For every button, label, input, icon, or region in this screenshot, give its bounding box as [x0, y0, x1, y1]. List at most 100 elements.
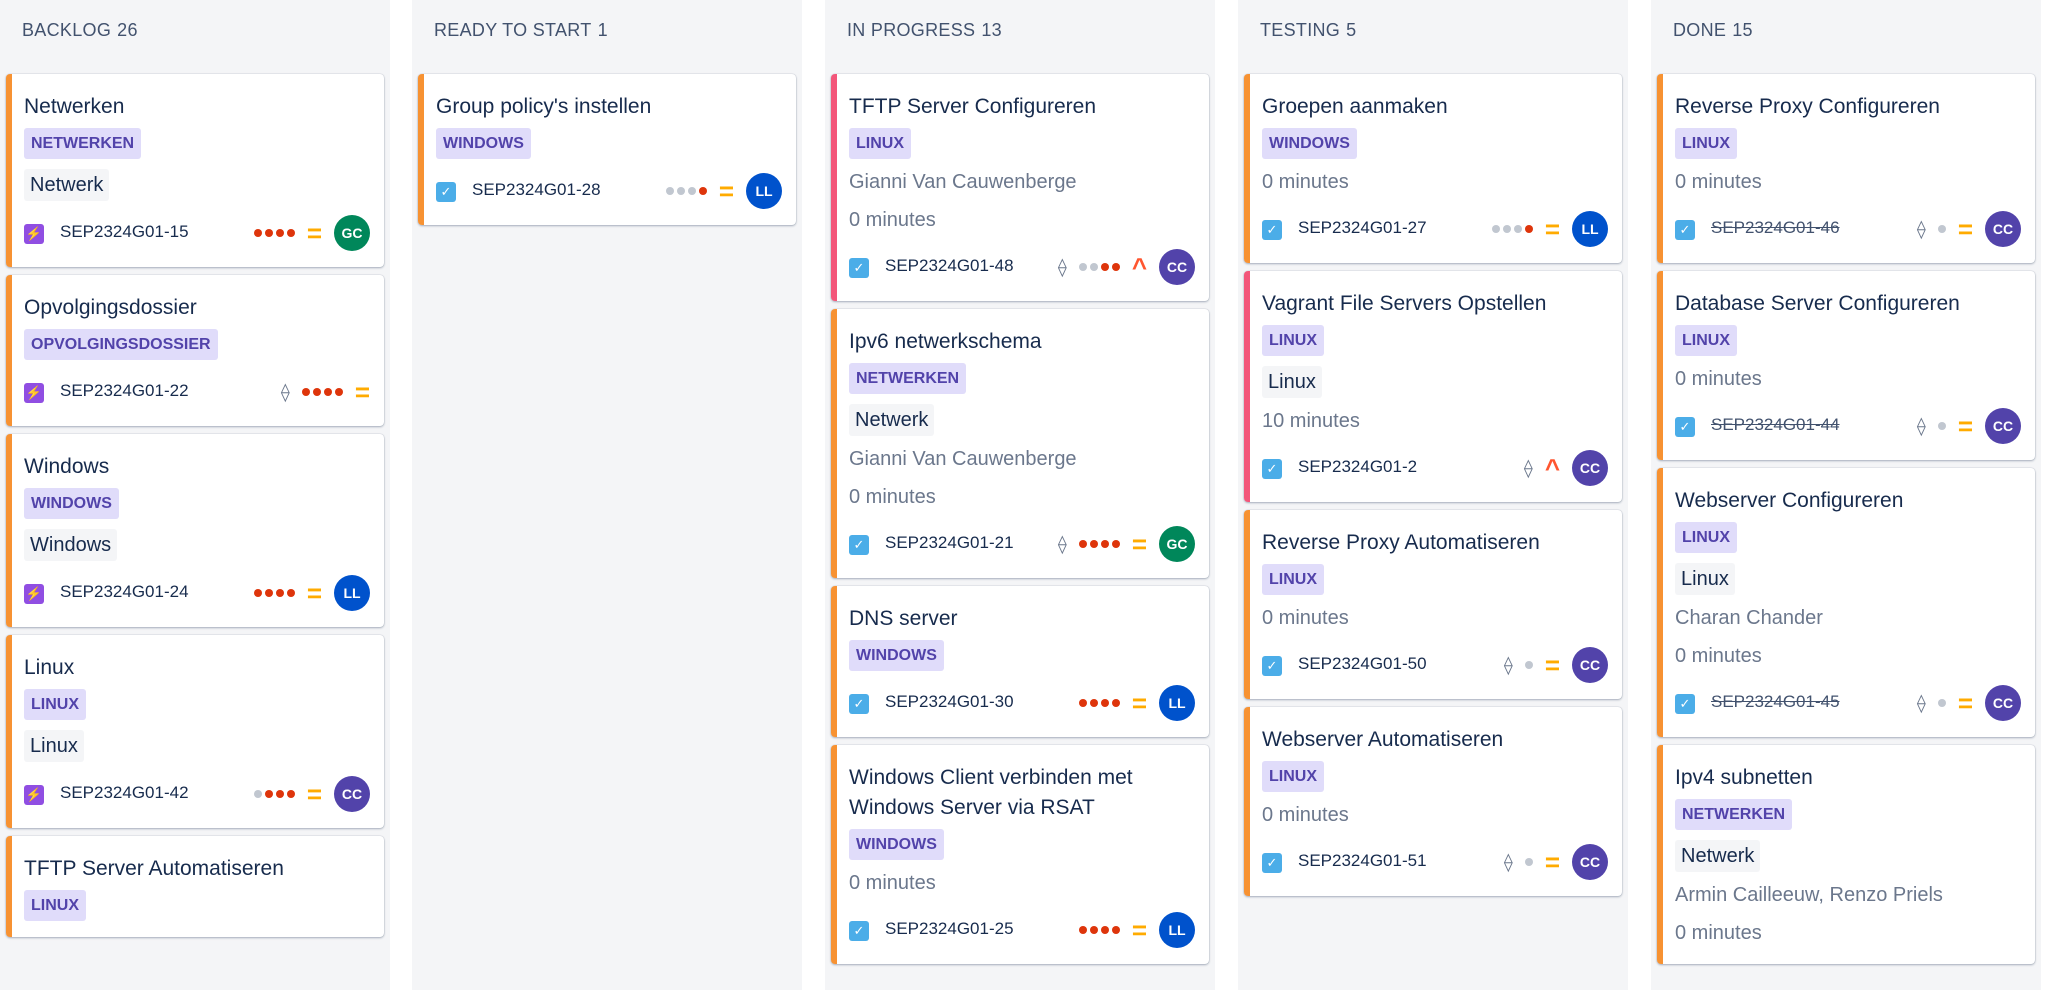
assignee-avatar[interactable]: CC: [1572, 450, 1608, 486]
estimate-dot: [1111, 540, 1120, 548]
story-checkbox-icon: ✓: [436, 182, 456, 202]
issue-card[interactable]: Linux LINUX Linux ⚡ SEP2324G01-42 = CC: [6, 635, 384, 828]
issue-key[interactable]: SEP2324G01-46: [1711, 218, 1840, 238]
card-footer: ✓ SEP2324G01-21 ⟠ = GC: [849, 526, 1195, 562]
issue-key[interactable]: SEP2324G01-44: [1711, 415, 1840, 435]
issue-key[interactable]: SEP2324G01-24: [60, 582, 189, 602]
column-header: TESTING 5: [1238, 0, 1628, 60]
estimate-dot: [1937, 699, 1946, 707]
issue-key[interactable]: SEP2324G01-45: [1711, 692, 1840, 712]
issue-card[interactable]: DNS server WINDOWS ✓ SEP2324G01-30 = LL: [831, 586, 1209, 737]
estimate-dot: [1937, 225, 1946, 233]
estimate-dot: [1111, 263, 1120, 271]
column-header: BACKLOG 26: [0, 0, 390, 60]
card-indicators: = LL: [1078, 685, 1195, 721]
epic-label: LINUX: [1675, 522, 1737, 553]
issue-key[interactable]: SEP2324G01-27: [1298, 218, 1427, 238]
priority-high-icon: ^: [1544, 453, 1560, 483]
card-title: Opvolgingsdossier: [24, 296, 197, 319]
label-wrap: LINUX: [24, 683, 370, 720]
estimate-dot: [1078, 263, 1087, 271]
card-indicators: = GC: [253, 215, 370, 251]
card-title: Groepen aanmaken: [1262, 95, 1448, 118]
issue-card[interactable]: Netwerken NETWERKEN Netwerk ⚡ SEP2324G01-15 =…: [6, 74, 384, 267]
assignee-avatar[interactable]: CC: [1572, 647, 1608, 683]
card-footer: ✓ SEP2324G01-44 ⟠ = CC: [1675, 408, 2021, 444]
estimate-dot: [665, 187, 674, 195]
estimate-dot: [312, 388, 321, 396]
card-meta-line: 0 minutes: [1675, 922, 1762, 944]
card-indicators: ⟠ = CC: [1917, 408, 2021, 444]
issue-card[interactable]: Group policy's instellen WINDOWS ✓ SEP2324G…: [418, 74, 796, 225]
card-meta-line: Gianni Van Cauwenberge: [849, 448, 1077, 470]
epic-label: LINUX: [1675, 128, 1737, 159]
assignee-avatar[interactable]: LL: [1572, 211, 1608, 247]
column-count: 1: [597, 20, 608, 40]
issue-card[interactable]: Reverse Proxy Automatiseren LINUX 0 minute…: [1244, 510, 1622, 699]
label-wrap: NETWERKEN: [24, 122, 370, 159]
issue-card[interactable]: Ipv6 netwerkschema NETWERKEN Netwerk Gianni…: [831, 309, 1209, 578]
estimate-dot: [1100, 699, 1109, 707]
issue-key[interactable]: SEP2324G01-2: [1298, 457, 1417, 477]
assignee-avatar[interactable]: GC: [1159, 526, 1195, 562]
column-title: READY TO START: [434, 20, 592, 40]
issue-card[interactable]: Webserver Automatiseren LINUX 0 minutes ✓ SE…: [1244, 707, 1622, 896]
issue-key[interactable]: SEP2324G01-21: [885, 533, 1014, 553]
issue-card[interactable]: Ipv4 subnetten NETWERKEN Netwerk Armin Cail…: [1657, 745, 2035, 964]
priority-medium-icon: =: [1957, 214, 1973, 244]
issue-key[interactable]: SEP2324G01-28: [472, 180, 601, 200]
estimate-dots: [253, 229, 295, 237]
assignee-avatar[interactable]: LL: [1159, 912, 1195, 948]
component-tag: Netwerk: [849, 404, 935, 436]
card-title: TFTP Server Automatiseren: [24, 857, 284, 880]
issue-key[interactable]: SEP2324G01-48: [885, 256, 1014, 276]
assignee-avatar[interactable]: LL: [334, 575, 370, 611]
issue-key[interactable]: SEP2324G01-30: [885, 692, 1014, 712]
card-title: Linux: [24, 656, 75, 679]
assignee-avatar[interactable]: GC: [334, 215, 370, 251]
epic-label: NETWERKEN: [849, 363, 967, 394]
estimate-dots: [1078, 926, 1120, 934]
issue-key[interactable]: SEP2324G01-22: [60, 381, 189, 401]
assignee-avatar[interactable]: CC: [1159, 249, 1195, 285]
assignee-avatar[interactable]: CC: [1985, 685, 2021, 721]
issue-key[interactable]: SEP2324G01-25: [885, 919, 1014, 939]
issue-key[interactable]: SEP2324G01-51: [1298, 851, 1427, 871]
issue-card[interactable]: Windows Client verbinden met Windows Ser…: [831, 745, 1209, 964]
issue-card[interactable]: Groepen aanmaken WINDOWS 0 minutes ✓ SEP2324…: [1244, 74, 1622, 263]
issue-card[interactable]: Windows WINDOWS Windows ⚡ SEP2324G01-24 = LL: [6, 434, 384, 627]
issue-card[interactable]: Vagrant File Servers Opstellen LINUX Linux…: [1244, 271, 1622, 502]
issue-key[interactable]: SEP2324G01-42: [60, 783, 189, 803]
issue-card[interactable]: Database Server Configureren LINUX 0 minut…: [1657, 271, 2035, 460]
priority-medium-icon: =: [718, 176, 734, 206]
estimate-dot: [1089, 926, 1098, 934]
label-wrap: LINUX: [849, 122, 1195, 159]
estimate-dot: [1524, 661, 1533, 669]
issue-card[interactable]: TFTP Server Automatiseren LINUX: [6, 836, 384, 937]
card-footer: ✓ SEP2324G01-48 ⟠ ^ CC: [849, 249, 1195, 285]
epic-label: WINDOWS: [1262, 128, 1357, 159]
issue-key[interactable]: SEP2324G01-15: [60, 222, 189, 242]
epic-label: LINUX: [849, 128, 911, 159]
issue-card[interactable]: TFTP Server Configureren LINUX Gianni Van …: [831, 74, 1209, 301]
issue-card[interactable]: Reverse Proxy Configureren LINUX 0 minutes…: [1657, 74, 2035, 263]
assignee-avatar[interactable]: LL: [746, 173, 782, 209]
assignee-avatar[interactable]: CC: [1985, 211, 2021, 247]
issue-card[interactable]: Webserver Configureren LINUX Linux Charan C…: [1657, 468, 2035, 737]
epic-icon: ⚡: [24, 224, 44, 244]
story-checkbox-icon: ✓: [849, 694, 869, 714]
estimate-dot: [1937, 422, 1946, 430]
card-meta-line: 0 minutes: [849, 486, 936, 508]
label-wrap: NETWERKEN: [849, 357, 1195, 394]
issue-card[interactable]: Opvolgingsdossier OPVOLGINGSDOSSIER ⚡ SEP23…: [6, 275, 384, 426]
estimate-dot: [334, 388, 343, 396]
epic-label: WINDOWS: [24, 488, 119, 519]
assignee-avatar[interactable]: CC: [334, 776, 370, 812]
issue-key[interactable]: SEP2324G01-50: [1298, 654, 1427, 674]
assignee-avatar[interactable]: CC: [1985, 408, 2021, 444]
card-title: Windows: [24, 455, 110, 478]
assignee-avatar[interactable]: LL: [1159, 685, 1195, 721]
assignee-avatar[interactable]: CC: [1572, 844, 1608, 880]
label-wrap: WINDOWS: [849, 823, 1195, 860]
estimate-dots: [1078, 540, 1120, 548]
